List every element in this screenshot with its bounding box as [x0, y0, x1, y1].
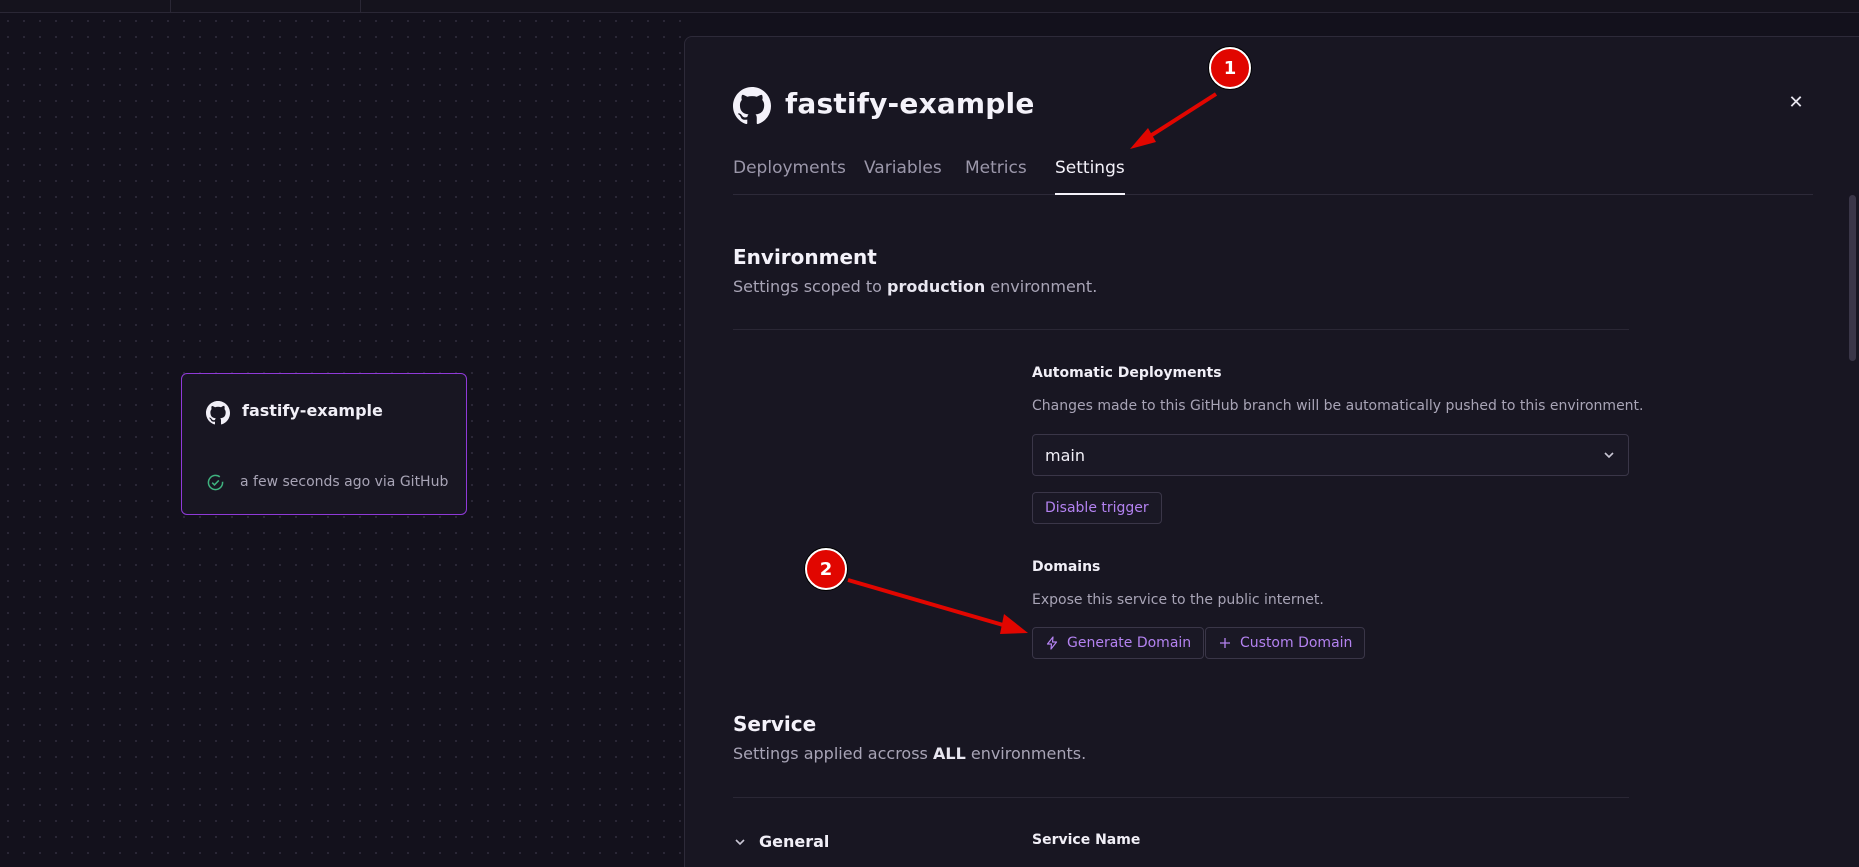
top-bar-divider — [170, 0, 171, 12]
custom-domain-button[interactable]: Custom Domain — [1205, 627, 1366, 659]
panel-title: fastify-example — [785, 87, 1035, 120]
service-card[interactable]: fastify-example a few seconds ago via Gi… — [181, 373, 467, 515]
service-section-subtitle: Settings applied accross ALL environment… — [733, 744, 1087, 763]
service-section-title: Service — [733, 712, 817, 736]
domains-description: Expose this service to the public intern… — [1032, 592, 1324, 608]
tab-variables[interactable]: Variables — [864, 158, 942, 194]
section-divider — [733, 797, 1629, 798]
github-icon — [733, 87, 771, 125]
top-bar-divider — [360, 0, 361, 12]
disable-trigger-label: Disable trigger — [1045, 500, 1149, 516]
general-toggle[interactable]: General — [733, 832, 829, 851]
branch-select-value: main — [1045, 446, 1085, 465]
annotation-marker-2: 2 — [805, 548, 847, 590]
deploy-status-text: a few seconds ago via GitHub — [240, 474, 449, 490]
automatic-deployments-description: Changes made to this GitHub branch will … — [1032, 398, 1644, 414]
success-check-icon — [207, 474, 224, 491]
tab-deployments[interactable]: Deployments — [733, 158, 846, 194]
domains-label: Domains — [1032, 559, 1101, 575]
generate-domain-label: Generate Domain — [1067, 635, 1192, 651]
close-icon[interactable]: ✕ — [1785, 92, 1807, 114]
lightning-icon — [1046, 636, 1058, 650]
section-divider — [733, 329, 1629, 330]
service-settings-panel: fastify-example ✕ Deployments Variables … — [684, 36, 1859, 867]
disable-trigger-button[interactable]: Disable trigger — [1032, 492, 1162, 524]
service-name-label: Service Name — [1032, 832, 1141, 848]
automatic-deployments-label: Automatic Deployments — [1032, 365, 1222, 381]
annotation-marker-1: 1 — [1209, 47, 1251, 89]
tab-bar: Deployments Variables Metrics Settings — [733, 158, 1813, 195]
chevron-down-icon — [1604, 452, 1614, 459]
tab-settings[interactable]: Settings — [1055, 158, 1125, 195]
environment-section-title: Environment — [733, 245, 877, 269]
generate-domain-button[interactable]: Generate Domain — [1032, 627, 1205, 659]
branch-select[interactable]: main — [1032, 434, 1629, 476]
service-card-name: fastify-example — [242, 401, 383, 420]
top-bar — [0, 0, 1859, 13]
plus-icon — [1220, 638, 1230, 648]
general-label: General — [759, 832, 830, 851]
custom-domain-label: Custom Domain — [1240, 635, 1353, 651]
environment-section-subtitle: Settings scoped to production environmen… — [733, 277, 1098, 296]
tab-metrics[interactable]: Metrics — [965, 158, 1027, 194]
scrollbar[interactable] — [1849, 195, 1856, 361]
project-canvas[interactable]: fastify-example a few seconds ago via Gi… — [0, 13, 684, 867]
github-icon — [206, 401, 230, 425]
chevron-down-icon — [735, 838, 745, 845]
